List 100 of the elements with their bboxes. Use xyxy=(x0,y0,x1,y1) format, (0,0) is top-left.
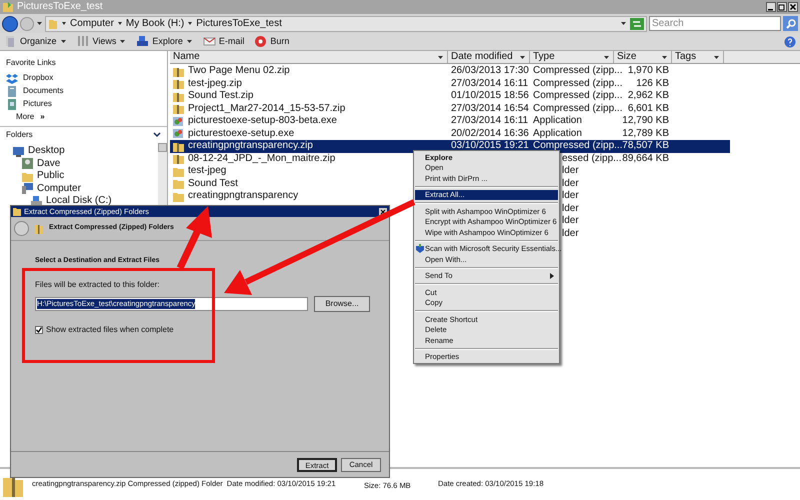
dropbox-icon xyxy=(6,72,19,84)
file-name: picturestoexe-setup-803-beta.exe xyxy=(188,116,337,126)
table-cell: 12,789 KB xyxy=(622,128,669,139)
caret-icon xyxy=(60,38,67,45)
address-field[interactable]: Computer My Book (H:) PicturesToExe_test xyxy=(45,16,647,32)
file-name: test-jpeg.zip xyxy=(188,78,242,89)
computer-icon xyxy=(21,182,34,196)
history-caret-icon xyxy=(36,20,43,27)
breadcrumb[interactable]: Computer xyxy=(70,18,114,28)
table-cell: lder xyxy=(562,178,579,189)
toolbar-button[interactable]: Burn xyxy=(254,35,290,48)
search-button[interactable] xyxy=(783,16,798,31)
file-name: Sound Test.zip xyxy=(188,91,254,102)
toolbar-button[interactable]: Organize xyxy=(4,35,67,48)
help-icon xyxy=(784,36,796,48)
chevron-icon xyxy=(116,20,123,26)
caret-icon xyxy=(186,38,193,45)
toolbar-button[interactable]: E-mail xyxy=(202,35,244,48)
table-cell: Compressed (zipp... xyxy=(533,140,622,152)
shield-icon xyxy=(416,244,424,254)
chevron-icon xyxy=(153,132,161,138)
table-cell: lder xyxy=(562,215,579,226)
folder-icon xyxy=(172,177,185,190)
tree-item[interactable]: Public xyxy=(0,170,158,182)
chevron-icon xyxy=(187,20,194,26)
caret-icon xyxy=(713,54,720,60)
browse-button[interactable]: Browse... xyxy=(314,296,370,312)
program-icon xyxy=(172,114,185,128)
minimize-icon xyxy=(766,2,776,12)
breadcrumb[interactable]: My Book (H:) xyxy=(126,18,184,28)
tree-item[interactable]: Dave xyxy=(0,158,158,170)
table-cell: 27/03/2014 16:54 xyxy=(451,102,529,114)
table-cell: Application xyxy=(533,115,582,126)
toolbar-button[interactable]: Views xyxy=(76,35,126,48)
annotation-arrow xyxy=(176,206,212,270)
favorite-link[interactable]: Pictures xyxy=(6,98,167,110)
table-cell: Compressed (zipp... xyxy=(533,78,622,89)
zip-folder-icon xyxy=(35,224,43,234)
table-cell: 03/10/2015 19:21 xyxy=(451,140,529,152)
expand-glyph: » xyxy=(40,111,45,123)
chevron-icon xyxy=(61,20,67,26)
tree-item[interactable]: Computer xyxy=(0,182,158,195)
folder-icon xyxy=(2,1,14,13)
check-icon xyxy=(36,326,42,332)
folder-icon xyxy=(48,18,58,30)
file-name: creatingpngtransparency xyxy=(188,191,298,202)
tree-item[interactable]: Local Disk (C:) xyxy=(0,195,158,208)
table-cell: 78,507 KB xyxy=(622,140,669,152)
scroll-up-button[interactable] xyxy=(158,143,167,152)
checkbox[interactable] xyxy=(35,326,43,334)
caret-icon xyxy=(519,54,526,60)
table-cell: 89,664 KB xyxy=(622,152,669,164)
desktop-icon xyxy=(12,144,25,158)
column-header[interactable]: Type xyxy=(530,51,614,63)
field-label: Files will be extracted to this folder: xyxy=(35,278,160,290)
documents-icon xyxy=(6,84,19,98)
table-cell: lder xyxy=(562,228,579,239)
zip-folder-icon xyxy=(172,77,185,90)
caret-icon xyxy=(661,54,668,60)
table-cell: essed (zipp... xyxy=(562,152,622,164)
table-cell: 12,790 KB xyxy=(622,115,669,126)
pictures-icon xyxy=(6,98,19,110)
file-name: Two Page Menu 02.zip xyxy=(188,66,290,76)
tree-item[interactable]: Desktop xyxy=(0,145,158,158)
table-cell: Application xyxy=(533,128,582,139)
zip-folder-icon xyxy=(172,152,185,166)
dropdown-caret-icon xyxy=(620,20,627,27)
table-cell: 1,970 KB xyxy=(628,65,669,76)
table-cell: 01/10/2015 18:56 xyxy=(451,90,529,102)
file-name: 08-12-24_JPD_-_Mon_maitre.zip xyxy=(188,154,336,164)
zip-folder-icon xyxy=(172,102,185,116)
columns-icon xyxy=(76,35,90,48)
column-header[interactable]: Date modified xyxy=(448,51,530,63)
toolbar-button[interactable]: Explore xyxy=(136,35,193,48)
table-cell: 27/03/2014 16:11 xyxy=(451,78,528,89)
user-icon xyxy=(21,157,34,170)
table-cell: Compressed (zipp... xyxy=(533,65,622,76)
favorite-link[interactable]: Dropbox xyxy=(6,72,167,84)
file-row[interactable]: creatingpngtransparency.zip 03/10/2015 19:21 Compressed (zipp...78,507 KB xyxy=(170,140,730,152)
table-cell: 126 KB xyxy=(636,78,669,89)
table-cell: 6,601 KB xyxy=(628,102,669,114)
close-icon xyxy=(788,2,798,12)
more-link[interactable]: More xyxy=(16,111,34,123)
search-field[interactable]: Search xyxy=(649,16,781,31)
restore-icon xyxy=(777,2,787,12)
disc-icon xyxy=(254,35,268,48)
section-heading: Folders xyxy=(6,129,34,141)
column-header[interactable]: Tags xyxy=(672,51,724,63)
envelope-icon xyxy=(202,35,216,48)
favorite-link[interactable]: Documents xyxy=(6,85,167,97)
window-title: PicturesToExe_test xyxy=(17,2,103,12)
back-button[interactable] xyxy=(2,16,18,32)
column-header[interactable]: Size xyxy=(614,51,672,63)
search-icon xyxy=(786,18,796,28)
flag-icon xyxy=(136,35,150,48)
table-cell: Compressed (zipp... xyxy=(533,90,622,102)
breadcrumb[interactable]: PicturesToExe_test xyxy=(196,18,282,28)
section-heading: Favorite Links xyxy=(6,57,57,68)
table-cell: lder xyxy=(562,202,579,214)
column-header[interactable]: Name xyxy=(170,51,448,63)
